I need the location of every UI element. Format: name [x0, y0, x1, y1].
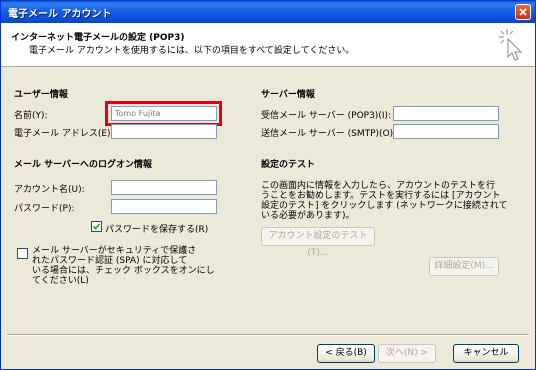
test-description-line: うことをお勧めします。テストを実行するには [アカウント — [261, 191, 501, 201]
spa-label-line: てください(L) — [32, 276, 89, 286]
test-description: この画面内に情報を入力したら、アカウントのテストを行 うことをお勧めします。テス… — [261, 181, 507, 221]
test-description-line: いる必要があります)。 — [261, 211, 355, 221]
advanced-settings-button[interactable]: 詳細設定(M)... — [429, 257, 499, 276]
logon-info-heading: メール サーバーへのログオン情報 — [14, 160, 153, 170]
account-wizard-window: 電子メール アカウント インターネット電子メールの設定 (POP3) 電子メール… — [0, 0, 536, 370]
name-label: 名前(Y): — [14, 111, 48, 121]
user-info-heading: ユーザー情報 — [14, 90, 68, 100]
close-icon — [519, 8, 527, 16]
title-bar[interactable]: 電子メール アカウント — [1, 1, 535, 23]
outgoing-server-input[interactable] — [393, 124, 499, 139]
page-subtitle: 電子メール アカウントを使用するには、以下の項目をすべて設定してください。 — [29, 46, 355, 56]
server-info-heading: サーバー情報 — [261, 90, 315, 100]
incoming-server-input[interactable] — [393, 106, 499, 121]
password-input[interactable] — [111, 199, 217, 214]
test-description-line: 設定のテスト] をクリックします (ネットワークに接続されて — [261, 201, 508, 211]
test-account-button[interactable]: アカウント設定のテスト(T)... — [261, 227, 375, 258]
test-description-line: この画面内に情報を入力したら、アカウントのテストを行 — [261, 181, 496, 191]
spa-label-line: れたパスワード認証 (SPA) に対応して — [32, 256, 188, 266]
cancel-button[interactable]: キャンセル — [453, 344, 519, 363]
spa-label[interactable]: メール サーバーがセキュリティで保護さ れたパスワード認証 (SPA) に対応し… — [32, 246, 215, 286]
next-button[interactable]: 次へ(N) > — [378, 344, 436, 363]
save-password-checkbox[interactable] — [91, 221, 102, 232]
window-title: 電子メール アカウント — [8, 9, 112, 20]
cursor-sparkle-icon — [499, 29, 523, 61]
email-label: 電子メール アドレス(E): — [14, 129, 114, 139]
page-title: インターネット電子メールの設定 (POP3) — [11, 33, 185, 43]
save-password-label[interactable]: パスワードを保存する(R) — [105, 222, 208, 235]
spa-label-line: いる場合には、チェック ボックスをオンにし — [32, 266, 215, 276]
outgoing-server-label: 送信メール サーバー (SMTP)(O): — [261, 129, 397, 139]
incoming-server-label: 受信メール サーバー (POP3)(I): — [261, 111, 392, 121]
spa-label-line: メール サーバーがセキュリティで保護さ — [32, 246, 197, 256]
wizard-header: インターネット電子メールの設定 (POP3) 電子メール アカウントを使用するに… — [1, 23, 535, 67]
account-name-label: アカウント名(U): — [14, 185, 85, 195]
account-name-input[interactable] — [111, 180, 217, 195]
back-button[interactable]: < 戻る(B) — [317, 344, 375, 363]
close-button[interactable] — [515, 4, 531, 20]
checkmark-icon — [93, 223, 100, 230]
password-label: パスワード(P): — [14, 204, 75, 214]
test-heading: 設定のテスト — [261, 160, 316, 170]
email-input[interactable] — [111, 124, 217, 139]
footer-separator — [7, 334, 529, 336]
spa-checkbox[interactable] — [17, 248, 28, 259]
highlight-box — [105, 101, 222, 126]
